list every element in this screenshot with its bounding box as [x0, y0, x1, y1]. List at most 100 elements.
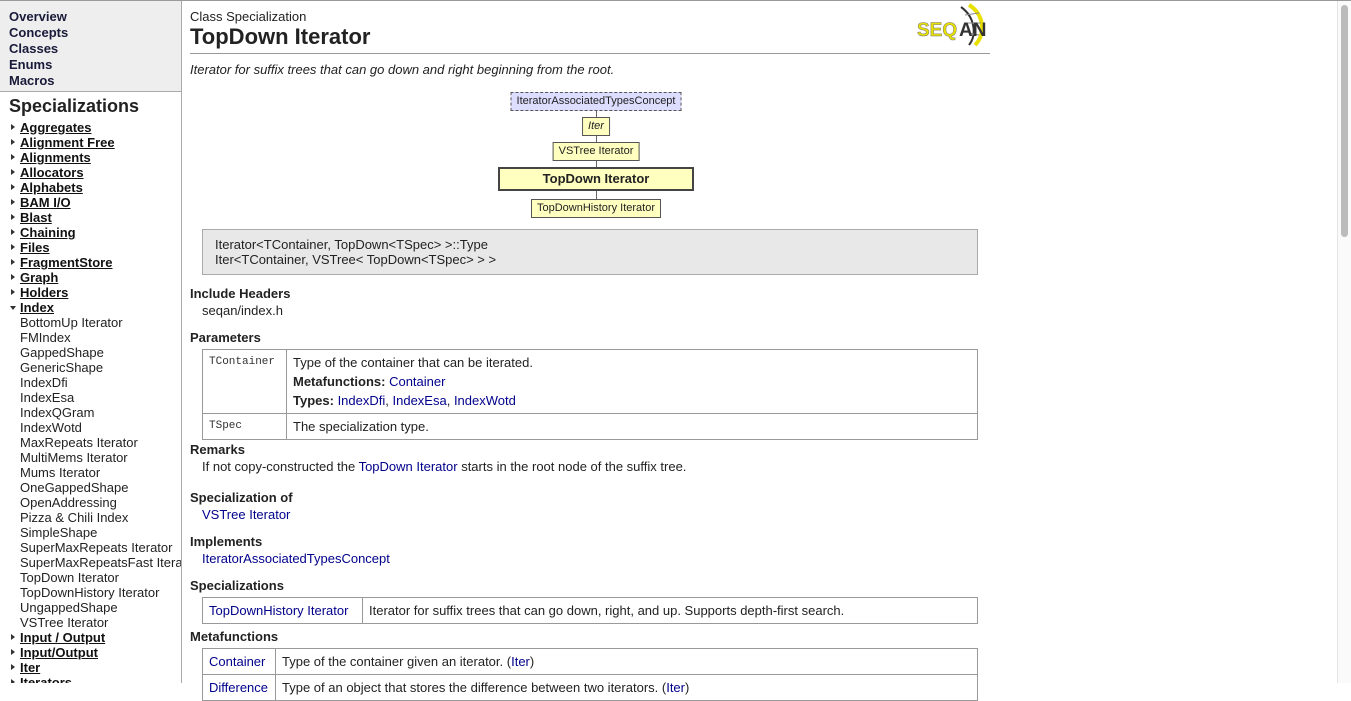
- sidebar-item[interactable]: VSTree Iterator: [0, 615, 181, 630]
- label: Metafunctions:: [293, 374, 386, 389]
- sidebar-item[interactable]: OneGappedShape: [0, 480, 181, 495]
- triangle-right-icon: [11, 214, 15, 220]
- table-row: TSpec The specialization type.: [202, 413, 978, 440]
- link-indexesa[interactable]: IndexEsa: [393, 393, 447, 408]
- link-indexdfi[interactable]: IndexDfi: [338, 393, 386, 408]
- sidebar-group[interactable]: Index: [0, 300, 181, 315]
- scrollbar[interactable]: [1337, 1, 1351, 683]
- top-nav: Overview Concepts Classes Enums Macros: [0, 1, 181, 92]
- link-topdown[interactable]: TopDown Iterator: [359, 459, 458, 474]
- triangle-right-icon: [11, 664, 15, 670]
- signature-line: Iter<TContainer, VSTree< TopDown<TSpec> …: [215, 252, 497, 267]
- sidebar-item[interactable]: GappedShape: [0, 345, 181, 360]
- nav-classes[interactable]: Classes: [9, 41, 172, 57]
- spec-of-heading: Specialization of: [190, 490, 293, 505]
- sidebar-group-label: Graph: [20, 270, 59, 285]
- triangle-right-icon: [11, 154, 15, 160]
- sidebar-group[interactable]: Alignment Free: [0, 135, 181, 150]
- link-iter[interactable]: Iter: [666, 680, 685, 695]
- sidebar-group[interactable]: FragmentStore: [0, 255, 181, 270]
- sidebar-item[interactable]: MultiMems Iterator: [0, 450, 181, 465]
- seqan-logo[interactable]: SEQ AN: [917, 3, 989, 47]
- sidebar-group[interactable]: Alphabets: [0, 180, 181, 195]
- link-indexwotd[interactable]: IndexWotd: [454, 393, 516, 408]
- sidebar-item[interactable]: OpenAddressing: [0, 495, 181, 510]
- triangle-right-icon: [11, 184, 15, 190]
- sidebar-group-label: Allocators: [20, 165, 84, 180]
- specializations-table: TopDownHistory Iterator Iterator for suf…: [202, 597, 978, 624]
- link-vstree-iterator[interactable]: VSTree Iterator: [202, 507, 290, 522]
- sidebar-group[interactable]: Allocators: [0, 165, 181, 180]
- sidebar-item[interactable]: IndexQGram: [0, 405, 181, 420]
- sidebar-item[interactable]: IndexEsa: [0, 390, 181, 405]
- nav-macros[interactable]: Macros: [9, 73, 172, 89]
- sidebar-tree: Aggregates Alignment Free Alignments Alloca…: [0, 120, 181, 683]
- sidebar-group-label: Blast: [20, 210, 52, 225]
- svg-text:AN: AN: [959, 20, 986, 41]
- text: starts in the root node of the suffix tr…: [457, 459, 687, 474]
- sidebar-item[interactable]: FMIndex: [0, 330, 181, 345]
- sidebar-item[interactable]: TopDown Iterator: [0, 570, 181, 585]
- sidebar-group[interactable]: Input / Output: [0, 630, 181, 645]
- sidebar-group[interactable]: Alignments: [0, 150, 181, 165]
- sidebar-item[interactable]: BottomUp Iterator: [0, 315, 181, 330]
- sidebar-group[interactable]: Aggregates: [0, 120, 181, 135]
- sidebar-item[interactable]: UngappedShape: [0, 600, 181, 615]
- sidebar-group[interactable]: Files: [0, 240, 181, 255]
- svg-text:SEQ: SEQ: [917, 20, 957, 41]
- sidebar-section-title: Specializations: [9, 96, 140, 116]
- sidebar: Overview Concepts Classes Enums Macros S…: [0, 1, 182, 683]
- signature-box: Iterator<TContainer, TopDown<TSpec> >::T…: [202, 229, 978, 275]
- link-concept[interactable]: IteratorAssociatedTypesConcept: [202, 551, 390, 566]
- sidebar-group-label: Alignments: [20, 150, 91, 165]
- mf-desc: Type of the container given an iterator.…: [275, 648, 978, 675]
- sidebar-group-label: Aggregates: [20, 120, 92, 135]
- link-iter[interactable]: Iter: [511, 654, 530, 669]
- sidebar-item[interactable]: GenericShape: [0, 360, 181, 375]
- metafunctions-heading: Metafunctions: [190, 629, 279, 644]
- sidebar-item[interactable]: IndexDfi: [0, 375, 181, 390]
- text: ): [529, 654, 535, 669]
- param-desc: Type of the container that can be iterat…: [286, 349, 978, 414]
- sidebar-group[interactable]: Input/Output: [0, 645, 181, 660]
- diagram-node-current: TopDown Iterator: [498, 167, 694, 191]
- triangle-right-icon: [11, 199, 15, 205]
- scrollbar-thumb[interactable]: [1341, 5, 1348, 237]
- diagram-node-concept[interactable]: IteratorAssociatedTypesConcept: [510, 92, 682, 111]
- param-desc-text: Type of the container that can be iterat…: [293, 355, 533, 370]
- sidebar-group[interactable]: Holders: [0, 285, 181, 300]
- sidebar-item[interactable]: TopDownHistory Iterator: [0, 585, 181, 600]
- diagram-node-vstree[interactable]: VSTree Iterator: [552, 142, 640, 161]
- metafunctions-table: Container Type of the container given an…: [202, 648, 978, 701]
- link-container[interactable]: Container: [389, 374, 445, 389]
- sidebar-group[interactable]: Graph: [0, 270, 181, 285]
- sidebar-item[interactable]: SimpleShape: [0, 525, 181, 540]
- sidebar-group-label: Alphabets: [20, 180, 83, 195]
- nav-enums[interactable]: Enums: [9, 57, 172, 73]
- sidebar-item[interactable]: IndexWotd: [0, 420, 181, 435]
- link-topdownhistory[interactable]: TopDownHistory Iterator: [209, 603, 348, 618]
- diagram-node-iter[interactable]: Iter: [582, 117, 610, 136]
- table-row: Difference Type of an object that stores…: [202, 674, 978, 701]
- sidebar-group[interactable]: BAM I/O: [0, 195, 181, 210]
- triangle-right-icon: [11, 169, 15, 175]
- sidebar-item[interactable]: MaxRepeats Iterator: [0, 435, 181, 450]
- link-difference[interactable]: Difference: [209, 680, 268, 695]
- link-container[interactable]: Container: [209, 654, 265, 669]
- sidebar-group[interactable]: Blast: [0, 210, 181, 225]
- sidebar-group[interactable]: Iter: [0, 660, 181, 675]
- diagram-node-child[interactable]: TopDownHistory Iterator: [531, 199, 661, 218]
- sidebar-item[interactable]: SuperMaxRepeats Iterator: [0, 540, 181, 555]
- sidebar-item[interactable]: Pizza & Chili Index: [0, 510, 181, 525]
- nav-overview[interactable]: Overview: [9, 9, 172, 25]
- triangle-right-icon: [11, 259, 15, 265]
- specializations-heading: Specializations: [190, 578, 284, 593]
- params-heading: Parameters: [190, 330, 261, 345]
- sidebar-group-label: Holders: [20, 285, 69, 300]
- sidebar-item[interactable]: SuperMaxRepeatsFast Iterator: [0, 555, 181, 570]
- sidebar-group[interactable]: Chaining: [0, 225, 181, 240]
- sidebar-group-label: Files: [20, 240, 50, 255]
- nav-concepts[interactable]: Concepts: [9, 25, 172, 41]
- sidebar-group-label: Input/Output: [20, 645, 98, 660]
- sidebar-item[interactable]: Mums Iterator: [0, 465, 181, 480]
